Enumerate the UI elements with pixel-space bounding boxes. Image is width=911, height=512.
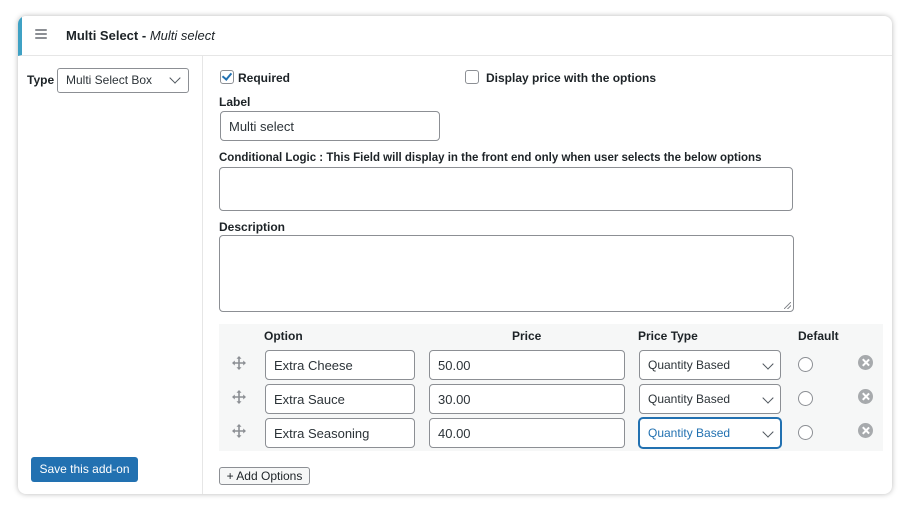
option-price-value: 40.00: [438, 425, 471, 441]
add-options-button[interactable]: + Add Options: [219, 467, 310, 485]
move-arrows-icon[interactable]: [231, 423, 247, 439]
label-heading: Label: [219, 95, 251, 109]
label-input[interactable]: Multi select: [220, 111, 440, 141]
type-select-value: Multi Select Box: [66, 73, 153, 87]
chevron-down-icon: [762, 426, 774, 438]
type-label: Type: [27, 73, 55, 87]
circle-x-icon[interactable]: [858, 355, 873, 370]
description-heading: Description: [219, 220, 286, 234]
price-type-value: Quantity Based: [648, 426, 731, 440]
card-header: Multi Select - Multi select: [18, 16, 892, 56]
conditional-logic-heading: Conditional Logic : This Field will disp…: [219, 152, 762, 164]
required-checkbox[interactable]: [220, 70, 234, 84]
default-radio[interactable]: [798, 357, 813, 372]
price-type-select[interactable]: Quantity Based: [639, 350, 781, 380]
title-main: Multi Select: [66, 28, 139, 43]
chevron-down-icon: [762, 392, 774, 404]
price-type-select[interactable]: Quantity Based: [639, 384, 781, 414]
default-radio[interactable]: [798, 425, 813, 440]
move-arrows-icon[interactable]: [231, 389, 247, 405]
option-name-input[interactable]: Extra Cheese: [265, 350, 415, 380]
option-name-value: Extra Seasoning: [274, 425, 370, 441]
move-arrows-icon[interactable]: [231, 355, 247, 371]
column-default: Default: [798, 329, 839, 343]
option-name-input[interactable]: Extra Sauce: [265, 384, 415, 414]
chevron-down-icon: [169, 72, 181, 84]
title-subtitle: Multi select: [149, 28, 215, 43]
addon-card: Multi Select - Multi select Type Multi S…: [18, 16, 892, 494]
option-price-value: 30.00: [438, 391, 471, 407]
column-option: Option: [264, 329, 303, 343]
hamburger-icon[interactable]: [35, 29, 47, 39]
check-icon: [221, 70, 233, 81]
resize-handle[interactable]: [784, 302, 791, 309]
display-price-label: Display price with the options: [486, 71, 657, 85]
card-title: Multi Select - Multi select: [66, 28, 215, 43]
save-addon-button[interactable]: Save this add-on: [31, 457, 138, 482]
options-table-header: [219, 324, 883, 347]
type-select[interactable]: Multi Select Box: [57, 68, 189, 93]
conditional-logic-input[interactable]: [219, 167, 793, 211]
price-type-value: Quantity Based: [648, 358, 731, 372]
default-radio[interactable]: [798, 391, 813, 406]
option-price-value: 50.00: [438, 357, 471, 373]
title-separator: -: [138, 28, 150, 43]
display-price-checkbox[interactable]: [465, 70, 479, 84]
circle-x-icon[interactable]: [858, 423, 873, 438]
chevron-down-icon: [762, 358, 774, 370]
column-price-type: Price Type: [638, 329, 698, 343]
price-type-select[interactable]: Quantity Based: [639, 418, 781, 448]
option-price-input[interactable]: 30.00: [429, 384, 625, 414]
column-price: Price: [512, 329, 542, 343]
sidebar: [18, 56, 203, 494]
option-price-input[interactable]: 50.00: [429, 350, 625, 380]
option-name-value: Extra Cheese: [274, 357, 353, 373]
required-label: Required: [238, 71, 291, 85]
label-input-value: Multi select: [229, 118, 295, 134]
option-price-input[interactable]: 40.00: [429, 418, 625, 448]
circle-x-icon[interactable]: [858, 389, 873, 404]
description-textarea[interactable]: [219, 235, 794, 312]
price-type-value: Quantity Based: [648, 392, 731, 406]
option-name-input[interactable]: Extra Seasoning: [265, 418, 415, 448]
option-name-value: Extra Sauce: [274, 391, 345, 407]
